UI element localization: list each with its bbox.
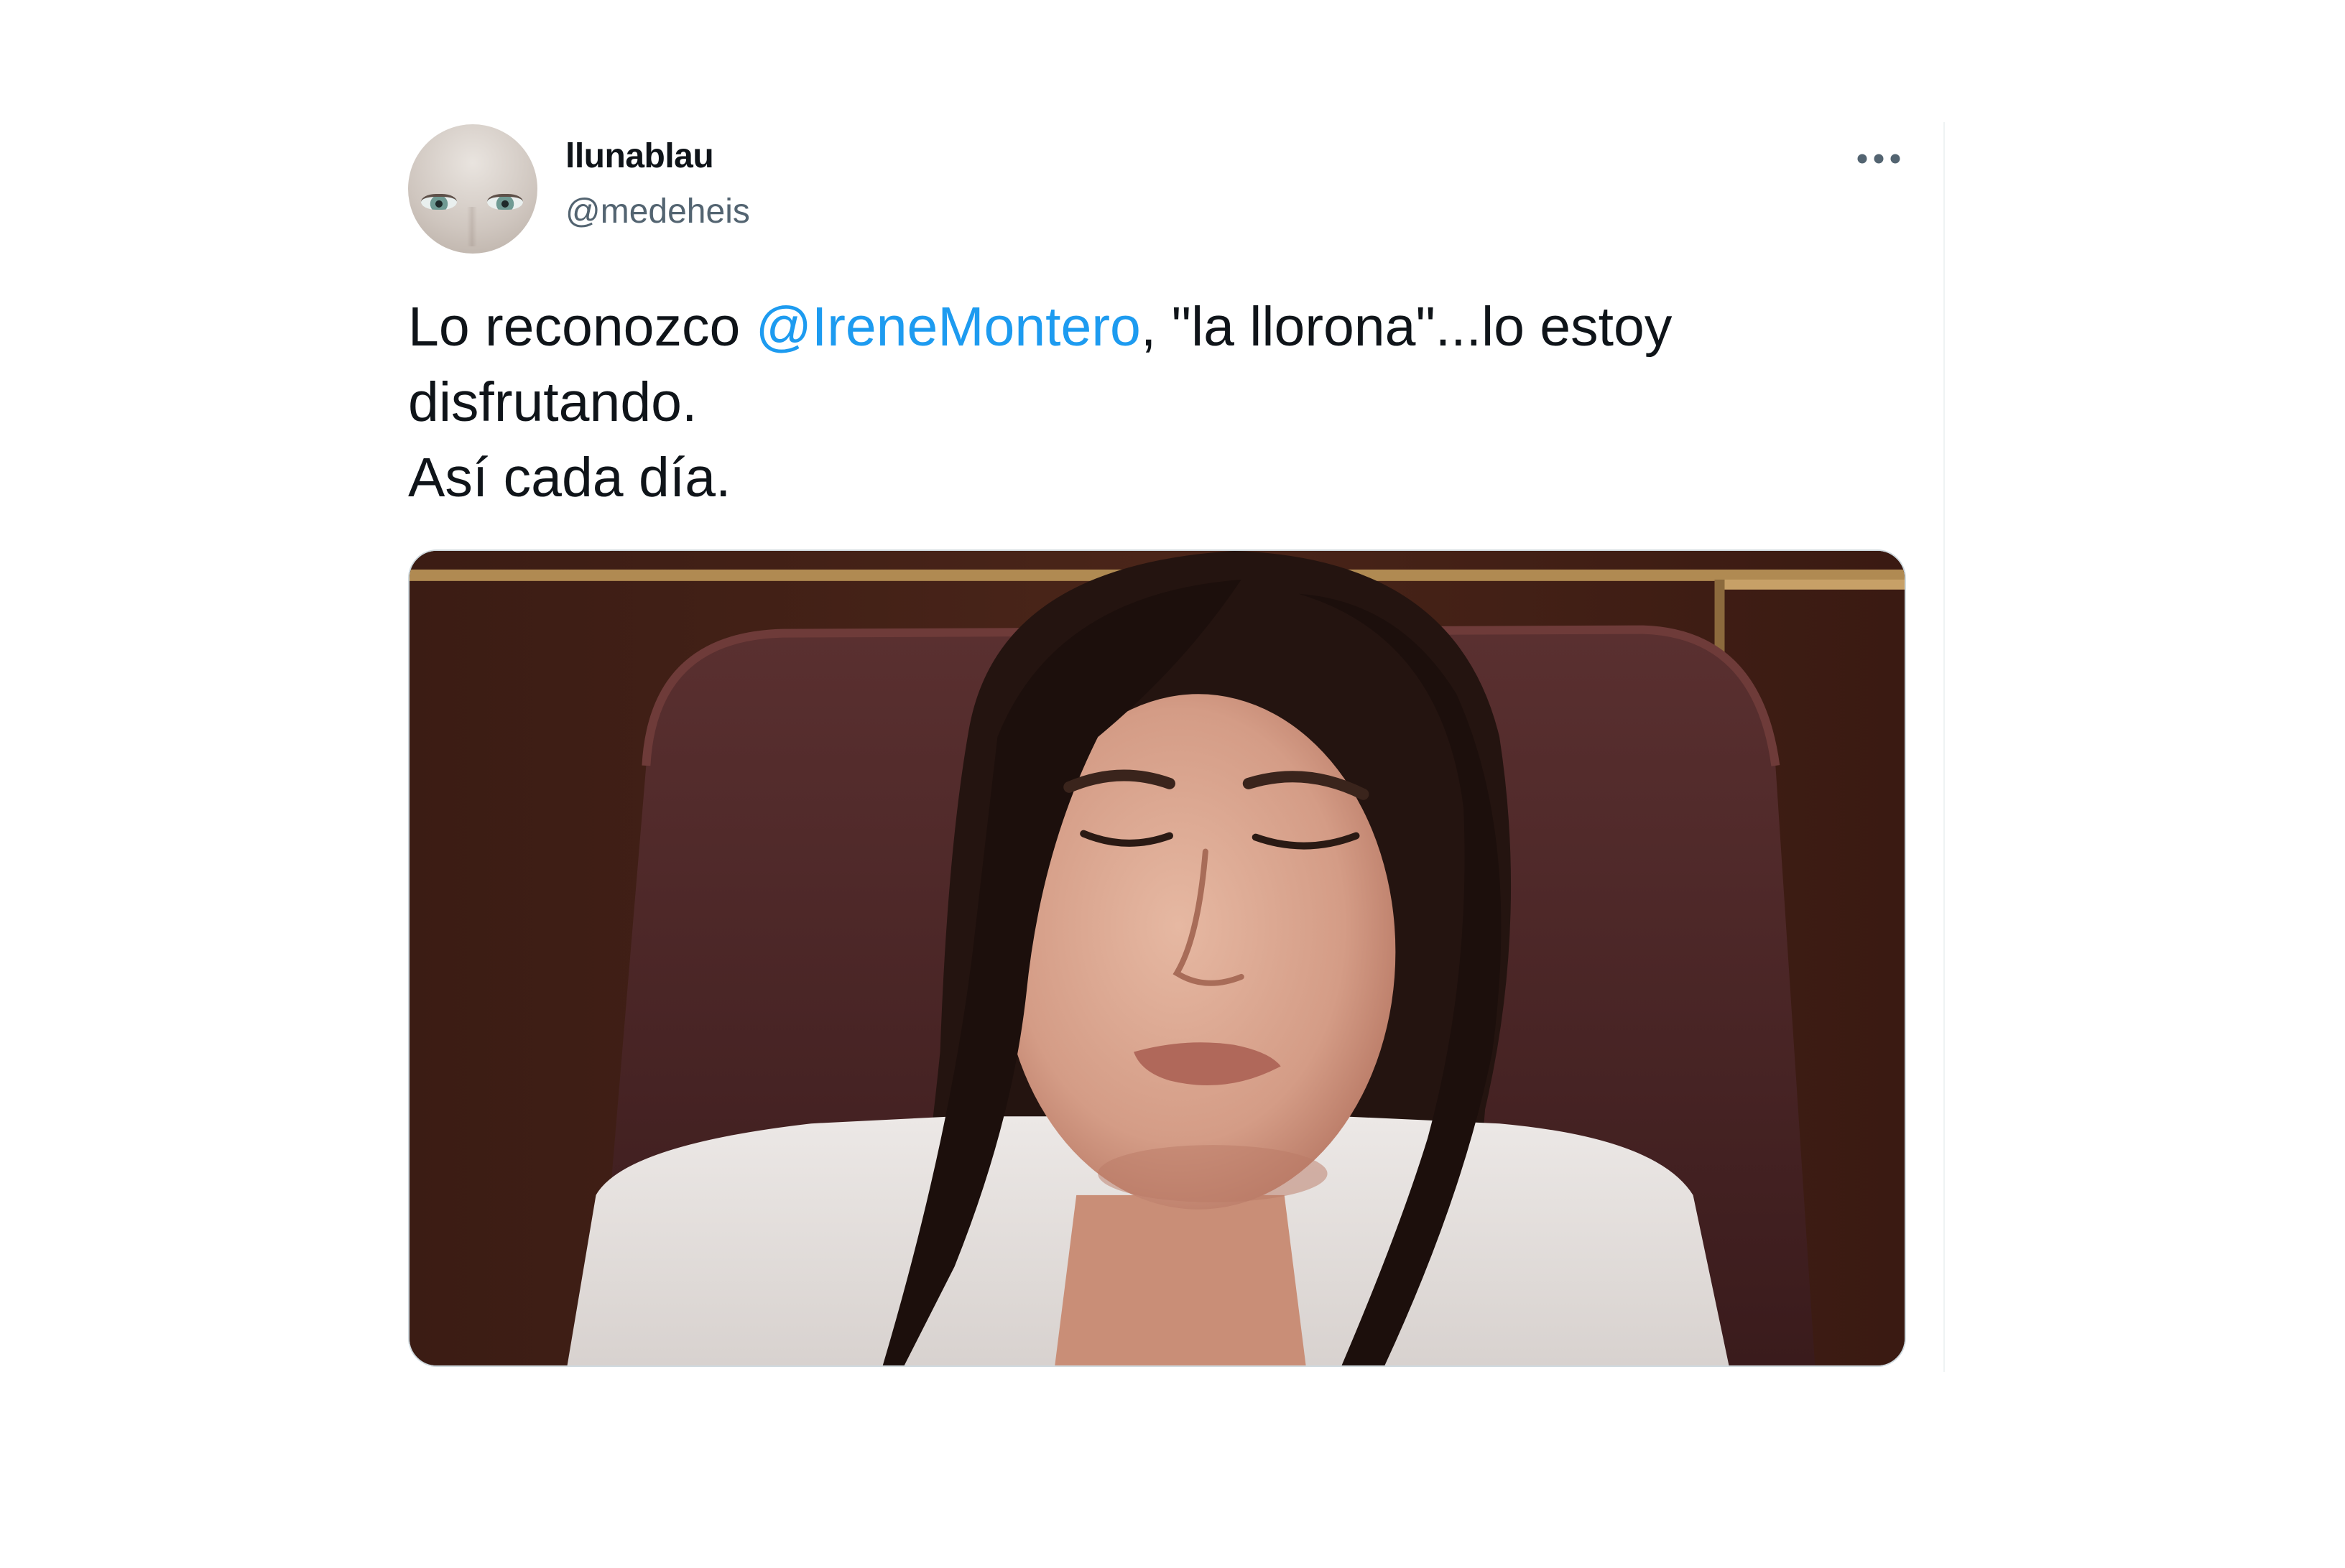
tweet-text-line-3: Así cada día. bbox=[408, 447, 731, 509]
avatar-eye-left bbox=[421, 194, 457, 210]
tweet-text-line-1: Lo reconozco @IreneMontero, "la llorona"… bbox=[408, 289, 1859, 365]
column-divider bbox=[1943, 122, 1945, 1372]
tweet-page: llunablau @medeheis Lo reconozco @IreneM… bbox=[0, 0, 2345, 1568]
photo-image bbox=[410, 551, 1905, 1365]
tweet-text-prefix: Lo reconozco bbox=[408, 296, 756, 358]
tweet-text-line-2: disfrutando. bbox=[408, 371, 698, 433]
avatar-eye-right bbox=[487, 194, 523, 210]
tweet-photo[interactable] bbox=[408, 549, 1906, 1367]
author-handle[interactable]: @medeheis bbox=[565, 192, 750, 231]
author-display-name[interactable]: llunablau bbox=[565, 136, 714, 176]
author-avatar[interactable] bbox=[408, 124, 537, 254]
avatar-nose bbox=[467, 207, 477, 246]
more-options-button[interactable] bbox=[1846, 141, 1911, 177]
mention-link[interactable]: @IreneMontero bbox=[756, 296, 1141, 358]
more-horizontal-icon bbox=[1857, 154, 1900, 164]
tweet-text-suffix: , "la llorona"...lo estoy bbox=[1140, 296, 1673, 358]
tweet-text: Lo reconozco @IreneMontero, "la llorona"… bbox=[408, 289, 1859, 516]
